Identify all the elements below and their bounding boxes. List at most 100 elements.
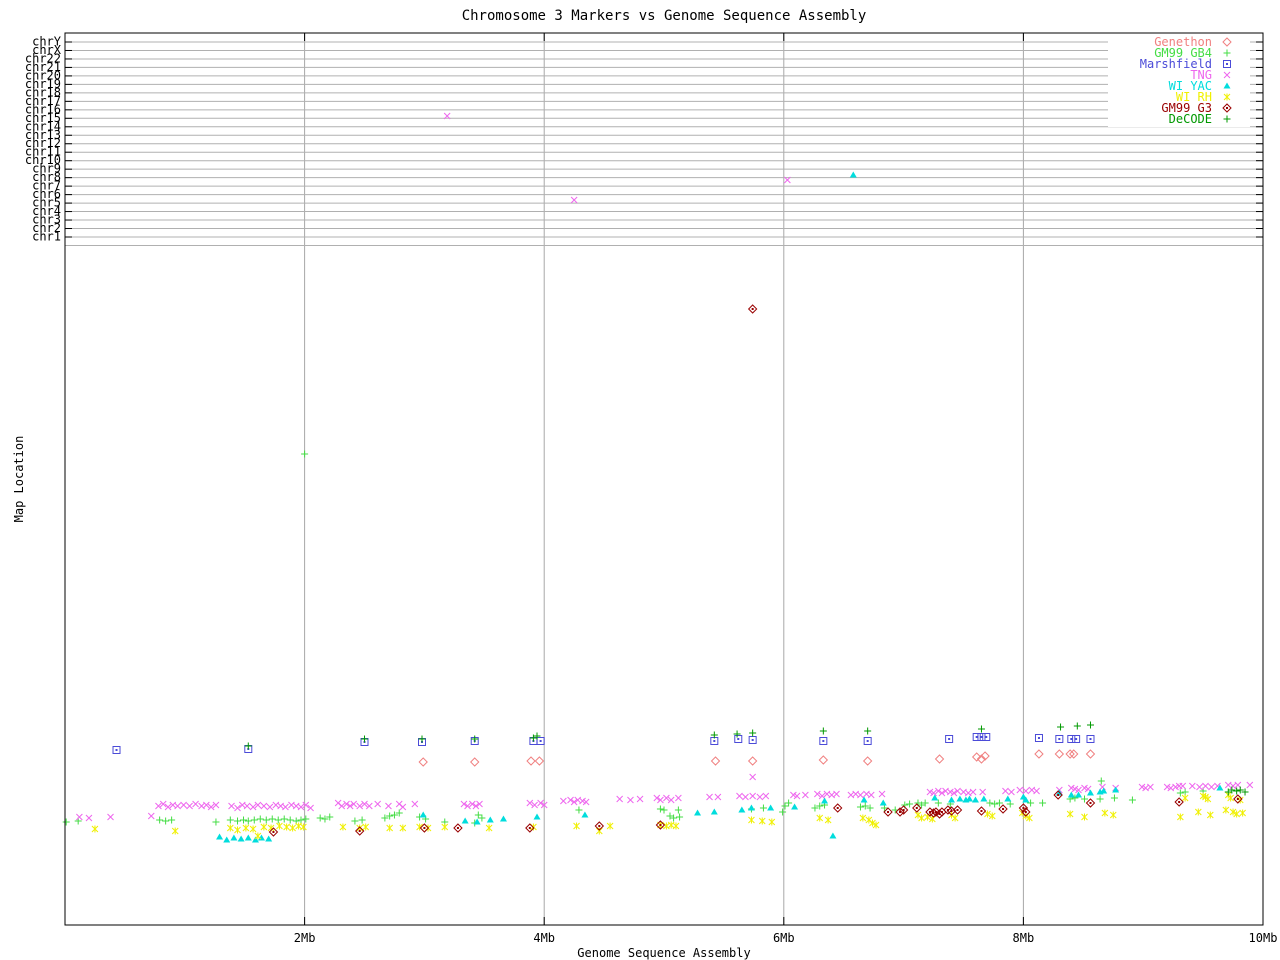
data-point [1239, 809, 1246, 817]
data-point [865, 816, 873, 824]
data-point [663, 822, 670, 830]
data-point [656, 805, 664, 813]
data-point [768, 818, 776, 826]
data-point [282, 803, 289, 811]
data-point [573, 822, 580, 830]
data-point [300, 823, 307, 831]
data-point [533, 813, 541, 820]
data-point [1174, 797, 1184, 807]
data-point [168, 816, 176, 824]
data-point [244, 742, 252, 750]
data-point [486, 816, 494, 823]
data-point [747, 804, 755, 811]
data-point [1034, 734, 1043, 742]
data-point [351, 817, 359, 825]
data-point [362, 823, 370, 831]
data-point [1206, 811, 1214, 819]
data-point [283, 823, 290, 831]
chromosome-gridlines [65, 41, 1263, 246]
data-point [883, 807, 893, 817]
data-point [674, 806, 682, 814]
data-point [606, 822, 614, 830]
data-point [474, 811, 482, 819]
data-point [694, 809, 702, 816]
data-point [1208, 783, 1215, 791]
data-point [234, 826, 241, 834]
data-point [1006, 800, 1014, 808]
data-point [781, 802, 789, 810]
data-point [1039, 799, 1047, 807]
x-tick-label: 10Mb [1249, 931, 1278, 945]
legend: GenethonGM99 GB4MarshfieldTNGWI YACWI RH… [1108, 35, 1250, 127]
data-point [534, 756, 545, 766]
data-point [174, 802, 181, 810]
data-point [660, 806, 668, 814]
data-point [228, 802, 235, 810]
data-point [862, 756, 873, 766]
data-point [526, 756, 536, 766]
data-point [976, 806, 987, 816]
data-point [107, 813, 114, 821]
data-point [1147, 783, 1154, 791]
data-point [1067, 791, 1075, 798]
data-point [986, 799, 994, 807]
data-point [1073, 722, 1081, 730]
data-point [667, 821, 675, 829]
data-point [934, 754, 945, 764]
series-gm99-g3 [268, 304, 1243, 837]
data-point [627, 796, 634, 804]
data-point [536, 737, 545, 745]
data-point [1181, 788, 1189, 796]
data-point [867, 791, 875, 799]
data-point [386, 824, 394, 832]
data-point [85, 814, 93, 822]
data-point [982, 733, 991, 741]
data-point [864, 727, 872, 735]
data-point [956, 795, 964, 802]
data-point [675, 794, 682, 802]
data-point [570, 196, 578, 204]
data-point [914, 811, 922, 819]
data-point [816, 814, 824, 822]
data-point [860, 796, 868, 803]
data-point [934, 799, 942, 807]
data-point [256, 815, 264, 823]
data-point [980, 795, 988, 802]
data-point [240, 816, 248, 824]
data-point [863, 737, 872, 745]
data-point [1034, 749, 1044, 759]
data-point [977, 725, 985, 733]
data-point [859, 814, 867, 822]
data-point [747, 304, 758, 314]
data-point [710, 756, 721, 766]
data-point [747, 756, 758, 766]
data-point [833, 803, 843, 813]
data-point [1057, 723, 1065, 731]
data-point [223, 836, 231, 843]
data-point [171, 827, 179, 835]
chart-figure: Chromosome 3 Markers vs Genome Sequence … [0, 0, 1280, 960]
x-tick-label: 4Mb [533, 931, 555, 945]
data-point [1002, 787, 1009, 795]
data-point [672, 822, 680, 830]
data-point [748, 736, 757, 744]
data-point [1128, 796, 1136, 804]
data-point [262, 816, 270, 824]
data-point [756, 793, 764, 801]
data-point [706, 793, 713, 801]
data-point [1112, 786, 1120, 793]
data-point [461, 817, 469, 824]
data-point [286, 816, 294, 824]
data-point [1085, 749, 1096, 759]
data-point [470, 757, 480, 767]
data-point [998, 804, 1008, 814]
data-point [971, 796, 979, 803]
data-point [1085, 798, 1096, 808]
data-point [1246, 781, 1254, 789]
data-point [824, 816, 832, 824]
data-point [979, 788, 987, 796]
data-point [268, 815, 276, 823]
data-point [250, 816, 258, 824]
data-point [471, 735, 479, 743]
data-point [244, 817, 252, 825]
